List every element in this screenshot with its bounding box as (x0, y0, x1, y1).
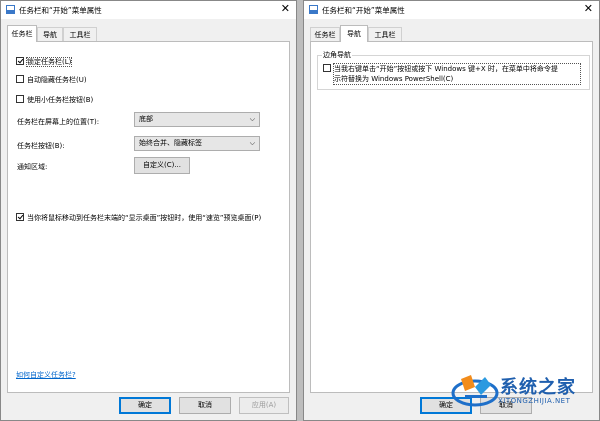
title-bar[interactable]: 任务栏和“开始”菜单属性 ✕ (1, 1, 296, 19)
checkbox-icon[interactable] (16, 75, 24, 83)
close-icon[interactable]: ✕ (281, 3, 290, 15)
tab-toolbars[interactable]: 工具栏 (368, 27, 402, 41)
buttons-label: 任务栏按钮(B): (17, 142, 65, 150)
buttons-select[interactable]: 始终合并、隐藏标签 ⌵ (134, 136, 260, 151)
lock-taskbar-checkbox[interactable]: 锁定任务栏(L) (16, 57, 73, 67)
ok-button[interactable]: 确定 (119, 397, 171, 414)
checkbox-icon[interactable] (16, 95, 24, 103)
window-title: 任务栏和“开始”菜单属性 (19, 6, 102, 15)
apply-button[interactable]: 应用(A) (239, 397, 289, 414)
help-link[interactable]: 如何自定义任务栏? (16, 370, 76, 380)
cancel-button[interactable]: 取消 (179, 397, 231, 414)
app-icon (6, 5, 15, 14)
close-icon[interactable]: ✕ (584, 3, 593, 15)
chevron-down-icon: ⌵ (249, 115, 255, 123)
auto-hide-checkbox[interactable]: 自动隐藏任务栏(U) (16, 75, 87, 85)
title-bar[interactable]: 任务栏和“开始”菜单属性 ✕ (304, 1, 599, 19)
group-title: 边角导航 (322, 50, 352, 60)
window-title: 任务栏和“开始”菜单属性 (322, 6, 405, 15)
checkbox-checked-icon[interactable] (16, 213, 24, 221)
location-select[interactable]: 底部 ⌵ (134, 112, 260, 127)
tab-taskbar[interactable]: 任务栏 (310, 27, 340, 41)
chevron-down-icon: ⌵ (249, 139, 255, 147)
powershell-option-label: 当我右键单击“开始”按钮或按下 Windows 键+X 时，在菜单中将命令提 示… (333, 63, 581, 85)
checkbox-icon[interactable] (323, 64, 331, 72)
small-buttons-checkbox[interactable]: 使用小任务栏按钮(B) (16, 95, 93, 105)
watermark-text: 系统之家 (500, 377, 576, 398)
powershell-checkbox[interactable] (323, 64, 334, 74)
peek-checkbox[interactable]: 当你将鼠标移动到任务栏末端的“显示桌面”按钮时，使用“速览”预览桌面(P) (16, 213, 261, 223)
tab-navigation[interactable]: 导航 (340, 25, 368, 42)
tab-toolbars[interactable]: 工具栏 (63, 27, 97, 41)
watermark-url: XITONGZHIJIA.NET (498, 397, 571, 405)
tab-navigation[interactable]: 导航 (37, 27, 63, 41)
checkbox-checked-icon[interactable] (16, 57, 24, 65)
tab-panel: 锁定任务栏(L) 自动隐藏任务栏(U) 使用小任务栏按钮(B) 任务栏在屏幕上的… (7, 41, 290, 393)
app-icon (309, 5, 318, 14)
tab-taskbar[interactable]: 任务栏 (7, 25, 37, 42)
taskbar-properties-window-taskbar-tab: 任务栏和“开始”菜单属性 ✕ 任务栏 导航 工具栏 锁定任务栏(L) 自动隐藏任… (0, 0, 297, 421)
watermark-logo-icon (451, 375, 499, 407)
notify-area-label: 通知区域: (17, 163, 48, 171)
taskbar-properties-window-navigation-tab: 任务栏和“开始”菜单属性 ✕ 任务栏 导航 工具栏 边角导航 当我右键单击“开始… (303, 0, 600, 421)
location-label: 任务栏在屏幕上的位置(T): (17, 118, 100, 126)
customize-button[interactable]: 自定义(C)... (134, 157, 190, 174)
tab-panel: 边角导航 当我右键单击“开始”按钮或按下 Windows 键+X 时，在菜单中将… (310, 41, 593, 393)
